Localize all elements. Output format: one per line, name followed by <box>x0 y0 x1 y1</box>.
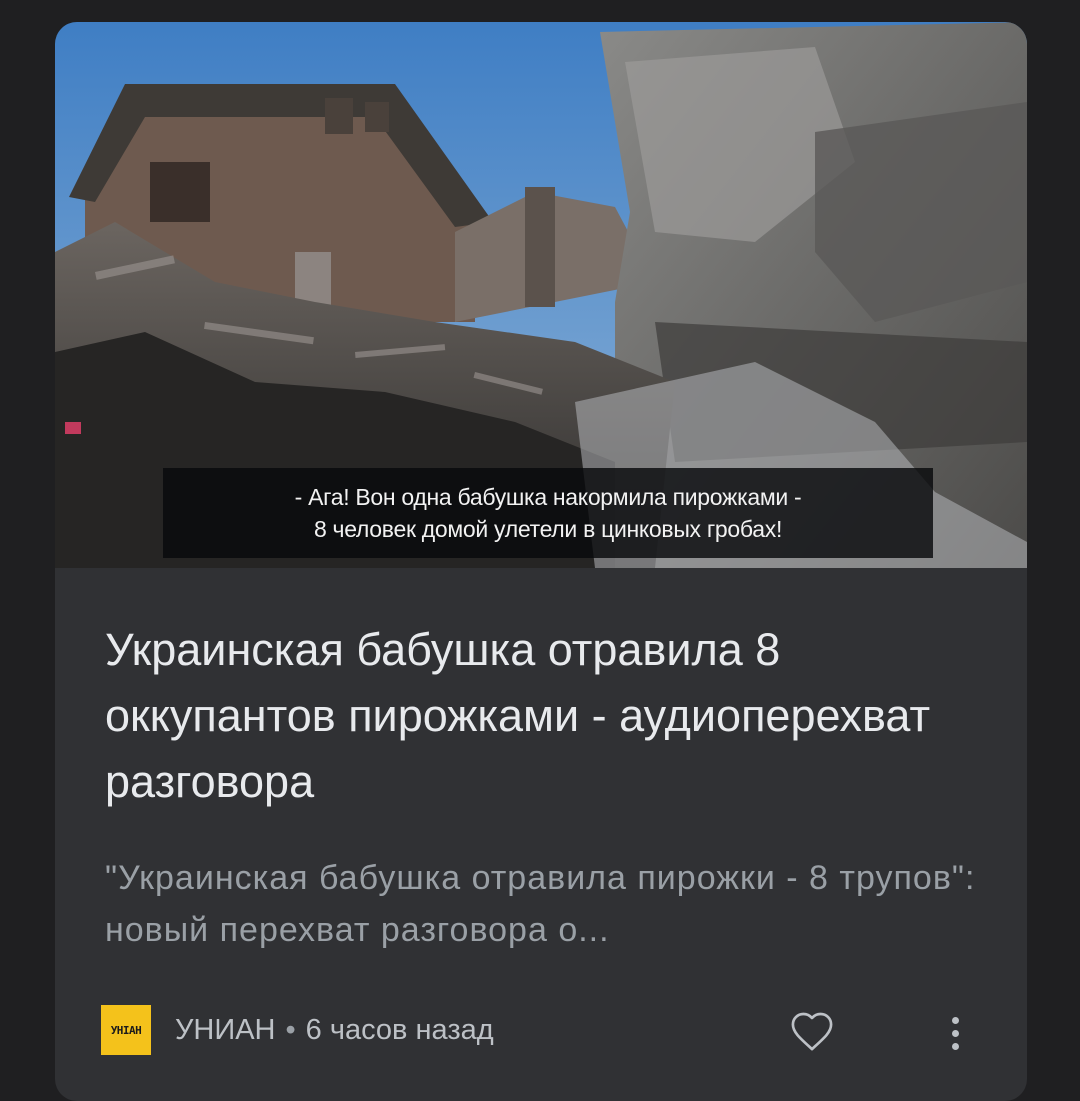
source-name: УНИАН <box>175 1013 276 1046</box>
heart-outline-icon <box>791 1012 833 1051</box>
news-card[interactable]: - Ага! Вон одна бабушка накормила пирожк… <box>55 22 1027 1101</box>
article-image[interactable]: - Ага! Вон одна бабушка накормила пирожк… <box>55 22 1027 568</box>
article-snippet: "Украинская бабушка отравила пирожки - 8… <box>105 859 976 949</box>
publish-time: 6 часов назад <box>305 1013 494 1046</box>
like-button[interactable] <box>787 1008 837 1054</box>
video-subtitles: - Ага! Вон одна бабушка накормила пирожк… <box>163 468 933 558</box>
more-options-button[interactable] <box>935 1008 975 1058</box>
subtitle-line-1: - Ага! Вон одна бабушка накормила пирожк… <box>294 484 802 510</box>
source-logo-text: УНІАН <box>110 1023 142 1037</box>
article-headline[interactable]: Украинская бабушка отравила 8 оккупантов… <box>105 617 985 815</box>
meta-separator: • <box>285 1013 296 1046</box>
source-logo: УНІАН <box>101 1005 151 1055</box>
more-vert-icon-dot <box>951 1029 959 1037</box>
article-meta: УНІАН УНИАН • 6 часов назад <box>101 1005 494 1055</box>
subtitle-line-2: 8 человек домой улетели в цинковых гроба… <box>313 516 783 542</box>
more-vert-icon <box>951 1016 959 1024</box>
more-vert-icon-dot <box>951 1042 959 1050</box>
